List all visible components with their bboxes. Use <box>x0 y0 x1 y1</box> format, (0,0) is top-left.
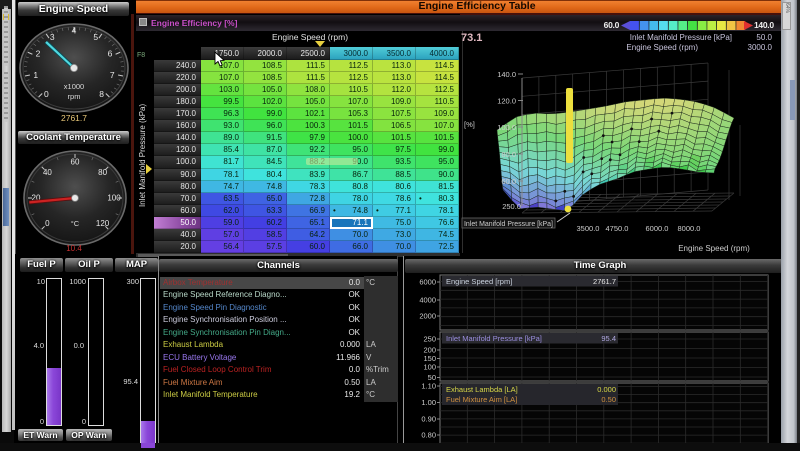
svg-text:0: 0 <box>44 89 49 99</box>
svg-text:2: 2 <box>36 48 41 58</box>
svg-text:60: 60 <box>71 158 80 167</box>
svg-text:0.000: 0.000 <box>597 385 616 394</box>
svg-text:Inlet Manifold Pressure [kPa]: Inlet Manifold Pressure [kPa] <box>464 221 553 228</box>
svg-text:40: 40 <box>43 168 52 177</box>
svg-text:100: 100 <box>107 194 121 203</box>
svg-text:80.0: 80.0 <box>501 150 516 159</box>
svg-text:Inlet Manifold Pressure [kPa]: Inlet Manifold Pressure [kPa] <box>446 334 542 343</box>
svg-text:8000.0: 8000.0 <box>678 224 701 233</box>
svg-text:120: 120 <box>96 219 110 228</box>
svg-text:0.90: 0.90 <box>421 415 436 424</box>
svg-text:7: 7 <box>110 70 115 80</box>
svg-text:[%]: [%] <box>464 120 475 129</box>
svg-text:250: 250 <box>423 335 436 344</box>
svg-text:6000: 6000 <box>419 278 436 287</box>
svg-text:0: 0 <box>45 219 50 228</box>
svg-text:60.0: 60.0 <box>501 177 516 186</box>
svg-text:8: 8 <box>99 89 104 99</box>
svg-text:6: 6 <box>108 48 113 58</box>
svg-text:95.4: 95.4 <box>601 334 616 343</box>
svg-text:140.0: 140.0 <box>497 70 516 79</box>
svg-text:250.0: 250.0 <box>502 202 521 211</box>
svg-text:100: 100 <box>423 363 436 372</box>
svg-text:rpm: rpm <box>68 92 81 101</box>
svg-text:4000: 4000 <box>419 296 436 305</box>
svg-text:120.0: 120.0 <box>497 97 516 106</box>
svg-text:5: 5 <box>93 32 98 42</box>
svg-text:4750.0: 4750.0 <box>606 224 629 233</box>
svg-text:1.10: 1.10 <box>421 382 436 391</box>
svg-text:1.00: 1.00 <box>421 398 436 407</box>
svg-text:Fuel Mixture Aim [LA]: Fuel Mixture Aim [LA] <box>446 395 517 404</box>
svg-text:2761.7: 2761.7 <box>593 277 616 286</box>
svg-text:°C: °C <box>71 219 80 228</box>
svg-text:Exhaust Lambda [LA]: Exhaust Lambda [LA] <box>446 385 518 394</box>
svg-text:3500.0: 3500.0 <box>577 224 600 233</box>
svg-text:100.0: 100.0 <box>497 123 516 132</box>
svg-text:0.80: 0.80 <box>421 431 436 440</box>
svg-text:2000: 2000 <box>419 312 436 321</box>
svg-text:4: 4 <box>72 26 77 36</box>
svg-text:Engine Speed (rpm): Engine Speed (rpm) <box>678 244 750 253</box>
svg-text:80: 80 <box>98 168 107 177</box>
svg-text:6000.0: 6000.0 <box>646 224 669 233</box>
svg-text:Engine Speed [rpm]: Engine Speed [rpm] <box>446 277 512 286</box>
svg-text:x1000: x1000 <box>64 82 84 91</box>
svg-text:0.50: 0.50 <box>601 395 616 404</box>
svg-text:1: 1 <box>33 70 38 80</box>
